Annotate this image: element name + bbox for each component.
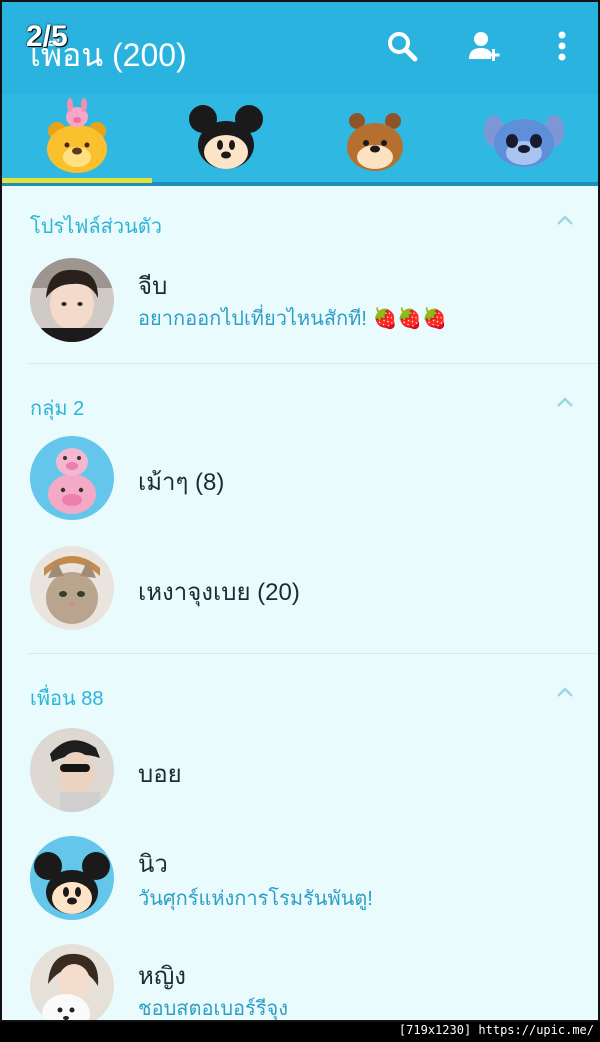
friend-name: บอย [138,761,182,788]
friend-name: จีบ [138,273,168,300]
section-label: เพื่อน 88 [30,688,104,710]
group-row[interactable]: เหงาจุงเบย (20) [2,540,598,636]
chevron-up-icon[interactable] [556,686,574,698]
add-friend-icon[interactable] [464,26,504,66]
avatar [30,546,114,630]
divider [28,363,598,364]
section-header-groups[interactable]: กลุ่ม 2 [2,384,598,424]
avatar [30,836,114,920]
chevron-up-icon[interactable] [556,214,574,226]
section-header-profile[interactable]: โปรไฟล์ส่วนตัว [2,202,598,242]
status-message: ชอบสตอเบอร์รีจุง [138,998,288,1020]
divider [28,653,598,654]
group-name: เหงาจุงเบย (20) [138,579,300,606]
section-header-friends[interactable]: เพื่อน 88 [2,674,598,714]
stitch-icon [483,115,564,167]
avatar [30,728,114,812]
section-label: กลุ่ม 2 [30,398,85,420]
friend-name: นิว [138,851,168,878]
friend-row[interactable]: หญิง ชอบสตอเบอร์รีจุง [2,938,598,1020]
search-icon[interactable] [382,26,422,66]
tab-stitch[interactable] [449,94,598,180]
group-row[interactable]: เม้าๆ (8) [2,430,598,526]
friend-row[interactable]: นิว วันศุกร์แห่งการโรมรันพันตู! [2,830,598,926]
my-profile-row[interactable]: จีบ อยากออกไปเที่ยวไหนสักที! 🍓🍓🍓 [2,252,598,348]
friend-row[interactable]: บอย [2,722,598,818]
watermark: [719x1230] https://upic.me/ [398,1023,594,1037]
more-vert-icon[interactable] [542,26,582,66]
image-counter: 2/5 [26,20,68,53]
selected-tab-indicator [2,178,152,183]
tab-mickey[interactable] [151,94,300,180]
tab-pooh[interactable] [2,94,151,180]
avatar [30,436,114,520]
status-message: อยากออกไปเที่ยวไหนสักที! 🍓🍓🍓 [138,308,448,330]
pooh-icon [46,98,107,173]
section-label: โปรไฟล์ส่วนตัว [30,216,162,238]
tab-chip[interactable] [300,94,449,180]
chevron-up-icon[interactable] [556,396,574,408]
chipmunk-icon [346,113,403,171]
status-message: วันศุกร์แห่งการโรมรันพันตู! [138,888,373,910]
friend-name: หญิง [138,963,186,990]
category-tabs [2,94,598,184]
group-name: เม้าๆ (8) [138,469,225,496]
app-header: 2/5 เพื่อน (200) [2,2,598,94]
avatar [30,258,114,342]
mickey-icon [188,105,263,169]
avatar [30,944,114,1020]
app-frame: 2/5 เพื่อน (200) โปรไฟล์ส่วนตัว จีบ อยาก… [0,0,600,1022]
